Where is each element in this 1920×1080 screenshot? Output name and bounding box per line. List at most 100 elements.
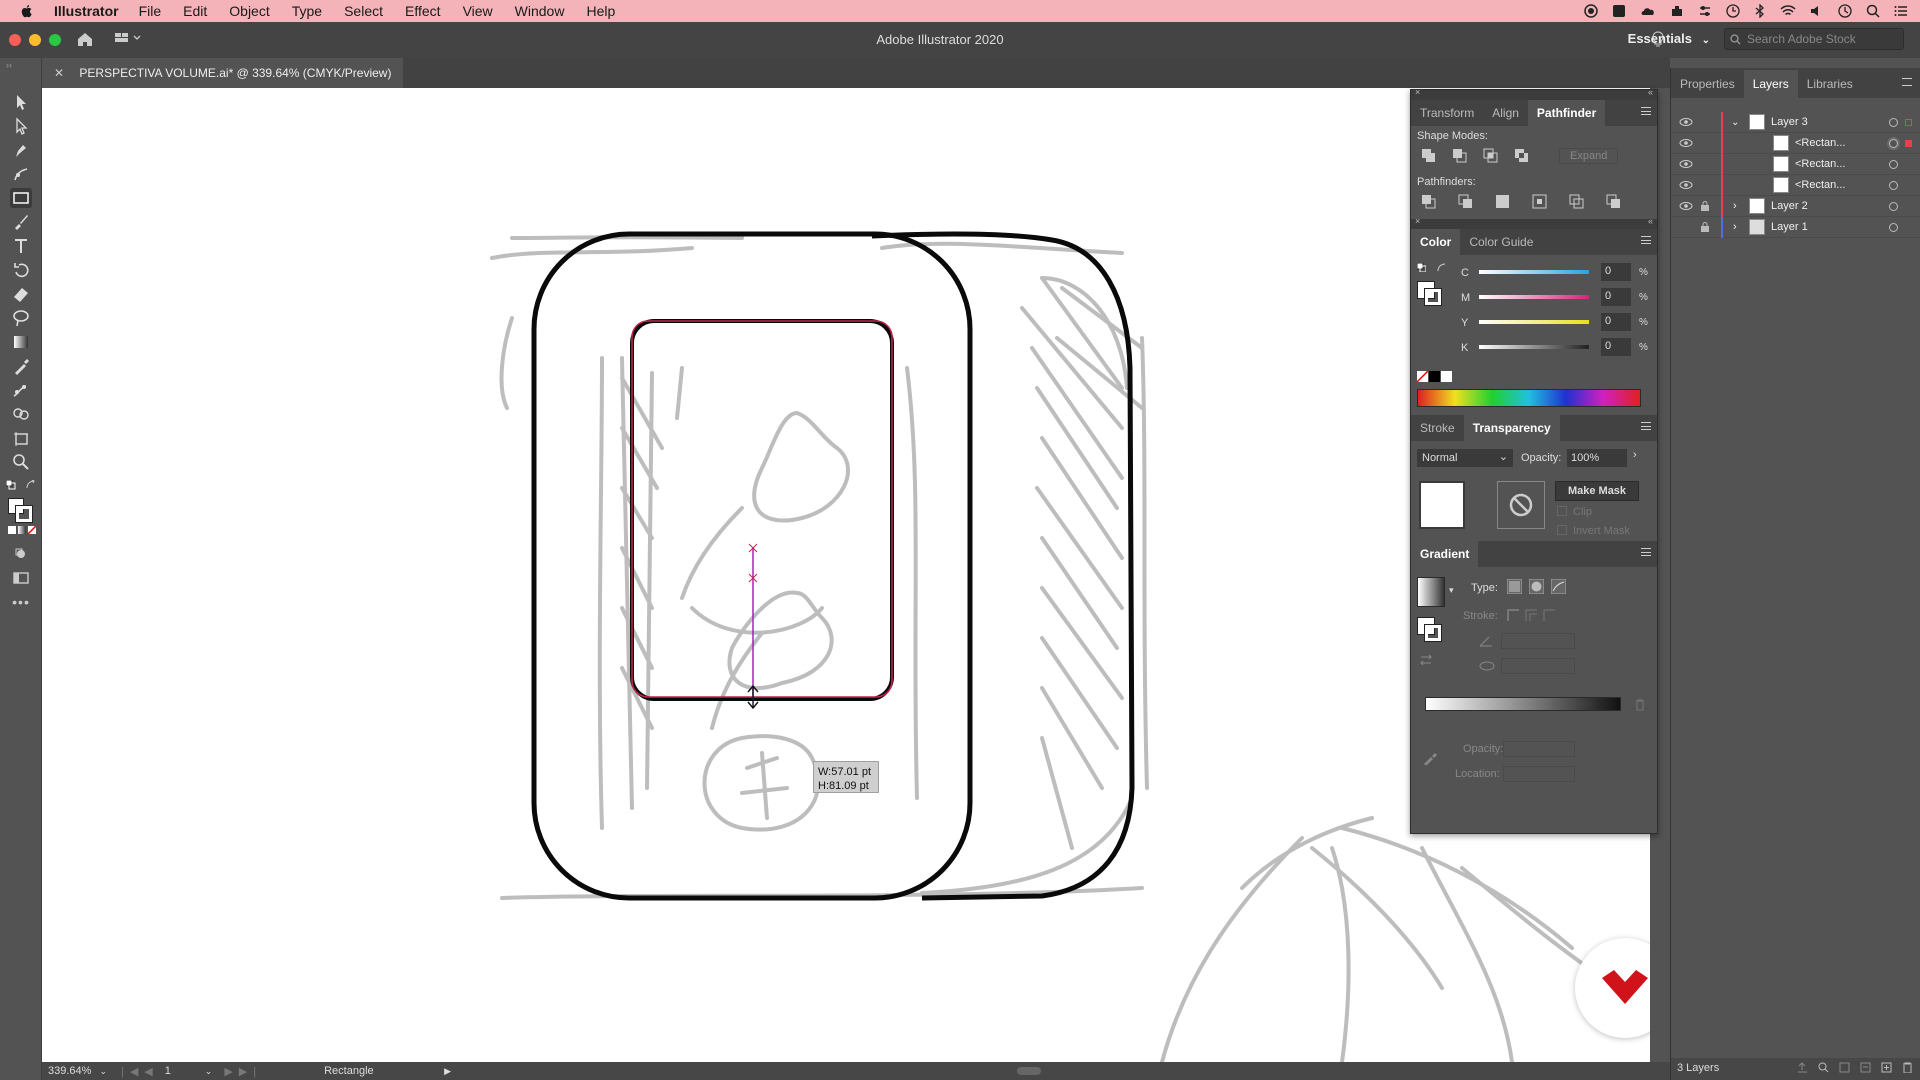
artboard-canvas[interactable]: W:57.01 pt H:81.09 pt bbox=[42, 88, 1650, 1062]
layer-row[interactable]: › Layer 2 bbox=[1671, 196, 1920, 217]
color-spectrum[interactable] bbox=[1417, 389, 1641, 407]
panel-menu-icon[interactable] bbox=[1641, 422, 1651, 430]
gradient-stroke-swatch[interactable] bbox=[1424, 624, 1442, 642]
wifi-icon[interactable] bbox=[1780, 4, 1796, 18]
target-icon[interactable] bbox=[1889, 117, 1898, 127]
locate-object-icon[interactable] bbox=[1818, 1062, 1829, 1073]
direct-selection-tool-icon[interactable] bbox=[10, 116, 32, 136]
unite-icon[interactable] bbox=[1421, 148, 1436, 163]
tab-libraries[interactable]: Libraries bbox=[1798, 70, 1862, 98]
merge-icon[interactable] bbox=[1495, 194, 1510, 209]
clip-checkbox[interactable] bbox=[1557, 506, 1567, 516]
panel-menu-icon[interactable] bbox=[1641, 107, 1651, 115]
target-icon[interactable] bbox=[1889, 159, 1898, 169]
default-colors-icon[interactable] bbox=[1417, 263, 1426, 272]
linear-gradient-icon[interactable] bbox=[1507, 579, 1522, 594]
divide-icon[interactable] bbox=[1421, 194, 1436, 209]
rotate-tool-icon[interactable] bbox=[10, 260, 32, 280]
trim-icon[interactable] bbox=[1458, 194, 1473, 209]
swap-colors-icon[interactable] bbox=[1437, 263, 1446, 272]
minus-back-icon[interactable] bbox=[1606, 194, 1621, 209]
menu-file[interactable]: File bbox=[139, 3, 162, 19]
close-panel-icon[interactable]: × bbox=[1415, 216, 1420, 226]
white-swatch[interactable] bbox=[1441, 371, 1452, 382]
screen-mode-icon[interactable] bbox=[10, 568, 32, 588]
new-layer-icon[interactable] bbox=[1881, 1062, 1892, 1073]
chevron-down-icon[interactable]: ⌄ bbox=[205, 1066, 213, 1077]
rectangle-tool-active[interactable] bbox=[10, 188, 32, 208]
yellow-slider[interactable] bbox=[1479, 320, 1589, 324]
stroke-swatch[interactable] bbox=[15, 505, 33, 523]
tab-stroke[interactable]: Stroke bbox=[1411, 415, 1464, 441]
app-icon[interactable] bbox=[1612, 4, 1626, 18]
sublayer-row[interactable]: <Rectan... bbox=[1671, 154, 1920, 175]
panel-collapse-grip[interactable]: ›› bbox=[6, 60, 12, 70]
target-icon[interactable] bbox=[1889, 138, 1898, 148]
freeform-gradient-icon[interactable] bbox=[1551, 579, 1566, 594]
tab-transform[interactable]: Transform bbox=[1411, 100, 1483, 126]
eyedropper-tool-icon[interactable] bbox=[10, 356, 32, 376]
lock-icon[interactable] bbox=[1701, 222, 1709, 232]
close-tab-icon[interactable]: ✕ bbox=[54, 66, 64, 80]
clock-icon[interactable] bbox=[1838, 4, 1852, 18]
cyan-value[interactable]: 0 bbox=[1601, 263, 1631, 281]
tab-layers[interactable]: Layers bbox=[1743, 70, 1798, 98]
settings-sliders-icon[interactable] bbox=[1698, 4, 1712, 18]
swap-fill-stroke-icon[interactable] bbox=[26, 480, 36, 490]
eye-icon[interactable] bbox=[1679, 181, 1693, 189]
edit-toolbar-icon[interactable]: ••• bbox=[10, 592, 32, 612]
target-icon[interactable] bbox=[1889, 201, 1898, 211]
layer-row[interactable]: ⌄ Layer 3 bbox=[1671, 112, 1920, 133]
clipping-mask-icon[interactable] bbox=[1839, 1062, 1850, 1073]
tab-properties[interactable]: Properties bbox=[1671, 70, 1744, 98]
sublayer-row[interactable]: <Rectan... bbox=[1671, 175, 1920, 196]
record-icon[interactable] bbox=[1584, 4, 1598, 18]
close-panel-icon[interactable]: × bbox=[1415, 87, 1420, 97]
magenta-slider[interactable] bbox=[1479, 295, 1589, 299]
exclude-icon[interactable] bbox=[1514, 148, 1529, 163]
notification-center-icon[interactable] bbox=[1894, 4, 1908, 18]
magenta-value[interactable]: 0 bbox=[1601, 288, 1631, 306]
target-icon[interactable] bbox=[1889, 222, 1898, 232]
lasso-tool-icon[interactable] bbox=[10, 308, 32, 328]
eye-icon[interactable] bbox=[1679, 160, 1693, 168]
menu-select[interactable]: Select bbox=[344, 3, 383, 19]
zoom-level[interactable]: 339.64% bbox=[48, 1065, 91, 1077]
menu-illustrator[interactable]: Illustrator bbox=[54, 3, 119, 19]
panel-menu-icon[interactable] bbox=[1641, 236, 1651, 244]
gradient-preview-swatch[interactable] bbox=[1417, 577, 1445, 607]
eraser-tool-icon[interactable] bbox=[10, 284, 32, 304]
menu-view[interactable]: View bbox=[463, 3, 493, 19]
gradient-mode-button[interactable] bbox=[18, 526, 26, 534]
panel-menu-icon[interactable] bbox=[1641, 548, 1651, 556]
artboard-number[interactable]: 1 bbox=[165, 1065, 205, 1077]
eye-icon[interactable] bbox=[1679, 118, 1693, 126]
chevron-down-icon[interactable]: ▾ bbox=[1449, 585, 1454, 596]
black-swatch[interactable] bbox=[1429, 371, 1440, 382]
volume-icon[interactable] bbox=[1810, 4, 1824, 18]
expand-button[interactable]: Expand bbox=[1559, 148, 1619, 164]
menu-edit[interactable]: Edit bbox=[183, 3, 207, 19]
eye-icon[interactable] bbox=[1679, 139, 1693, 147]
chevron-down-icon[interactable]: ⌄ bbox=[99, 1066, 107, 1077]
scroll-thumb[interactable] bbox=[1017, 1067, 1042, 1075]
new-sublayer-icon[interactable] bbox=[1860, 1062, 1871, 1073]
apple-icon[interactable] bbox=[18, 3, 36, 19]
horizontal-scrollbar[interactable] bbox=[461, 1065, 1670, 1077]
gradient-slider-bar[interactable] bbox=[1425, 697, 1621, 711]
extension-icon[interactable] bbox=[1670, 4, 1684, 18]
menu-window[interactable]: Window bbox=[515, 3, 565, 19]
collapse-panel-icon[interactable]: « bbox=[1648, 216, 1653, 226]
mask-thumbnail[interactable] bbox=[1497, 481, 1545, 529]
lock-icon[interactable] bbox=[1701, 201, 1709, 211]
cyan-slider[interactable] bbox=[1479, 270, 1589, 274]
color-mode-button[interactable] bbox=[8, 526, 16, 534]
menu-help[interactable]: Help bbox=[586, 3, 615, 19]
collapse-panel-icon[interactable]: « bbox=[1648, 87, 1653, 97]
black-value[interactable]: 0 bbox=[1601, 338, 1631, 356]
tab-color[interactable]: Color bbox=[1411, 229, 1461, 255]
delete-layer-icon[interactable] bbox=[1902, 1062, 1913, 1073]
adobe-stock-search-input[interactable]: Search Adobe Stock bbox=[1724, 28, 1904, 50]
make-mask-button[interactable]: Make Mask bbox=[1555, 481, 1639, 501]
type-tool-icon[interactable] bbox=[10, 236, 32, 256]
